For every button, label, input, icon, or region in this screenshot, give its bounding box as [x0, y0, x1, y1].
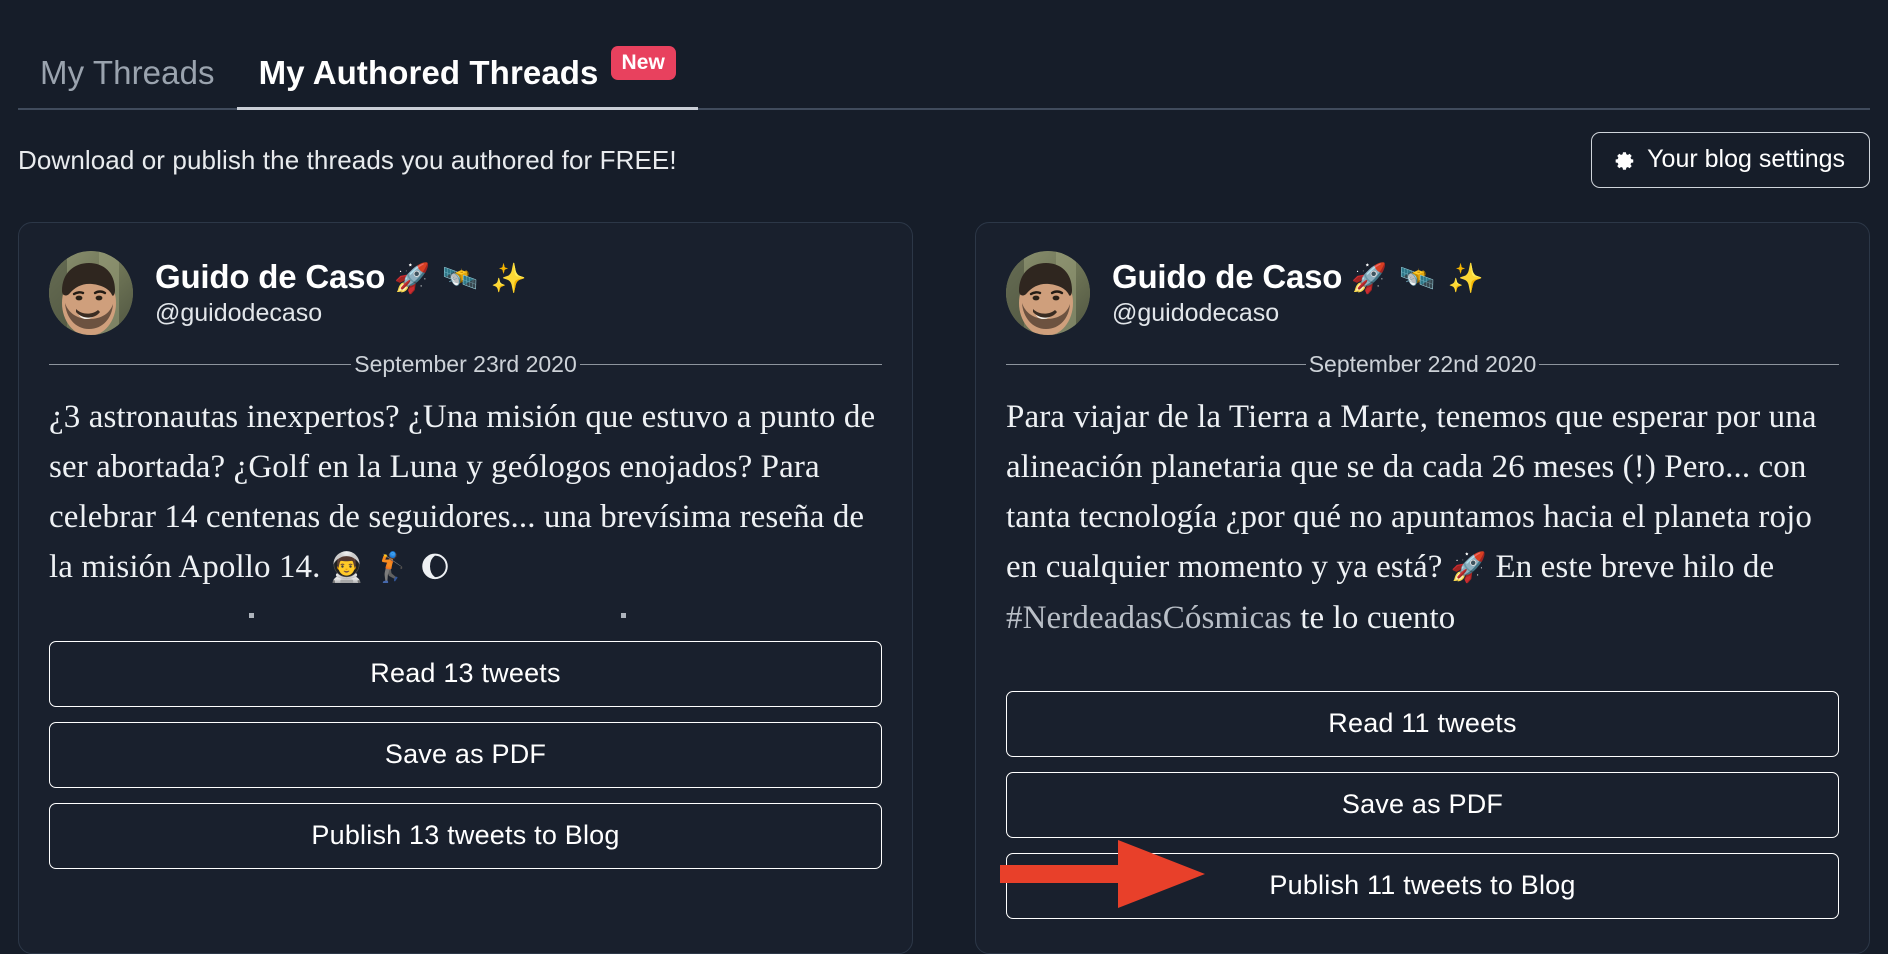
- author-name-emojis: 🚀 🛰️ ✨: [394, 263, 529, 296]
- thread-preview-middle: En este breve hilo de: [1487, 549, 1775, 586]
- rocket-emoji: 🚀: [1450, 550, 1488, 585]
- author-identity: Guido de Caso 🚀 🛰️ ✨ @guidodecaso: [155, 258, 529, 328]
- truncation-dots: [49, 599, 882, 633]
- thread-date: September 22nd 2020: [1308, 351, 1537, 377]
- thread-preview-emojis: 👨‍🚀 🏌️ 🌔: [328, 550, 451, 585]
- save-as-pdf-button[interactable]: Save as PDF: [49, 721, 882, 788]
- tab-bar: My Threads My Authored Threads New: [0, 0, 1888, 110]
- tab-my-authored-threads-label: My Authored Threads: [258, 54, 599, 91]
- read-tweets-button[interactable]: Read 13 tweets: [49, 640, 882, 707]
- divider-rule-left: [49, 364, 352, 365]
- thread-card: Guido de Caso 🚀 🛰️ ✨ @guidodecaso Septem…: [18, 222, 913, 954]
- truncation-dot: [249, 612, 254, 618]
- author-name-emojis: 🚀 🛰️ ✨: [1351, 263, 1486, 296]
- author-handle: @guidodecaso: [1112, 299, 1280, 328]
- thread-actions: Read 13 tweets Save as PDF Publish 13 tw…: [49, 640, 882, 869]
- avatar: [1006, 251, 1090, 335]
- author-identity: Guido de Caso 🚀 🛰️ ✨ @guidodecaso: [1112, 258, 1486, 328]
- thread-card: Guido de Caso 🚀 🛰️ ✨ @guidodecaso Septem…: [975, 222, 1870, 954]
- author-name-text: Guido de Caso: [1112, 258, 1343, 296]
- author-handle: @guidodecaso: [155, 299, 323, 328]
- thread-preview-main: ¿3 astronautas inexpertos? ¿Una misión q…: [49, 399, 876, 586]
- tab-my-authored-threads[interactable]: My Authored Threads New: [236, 46, 699, 110]
- publish-to-blog-button[interactable]: Publish 13 tweets to Blog: [49, 802, 882, 869]
- thread-date-divider: September 23rd 2020: [49, 353, 882, 376]
- your-blog-settings-label: Your blog settings: [1647, 145, 1845, 173]
- read-tweets-button[interactable]: Read 11 tweets: [1006, 690, 1839, 757]
- gear-icon: [1614, 150, 1636, 172]
- thread-date-divider: September 22nd 2020: [1006, 353, 1839, 376]
- thread-hashtag[interactable]: #NerdeadasCósmicas: [1006, 600, 1292, 636]
- your-blog-settings-button[interactable]: Your blog settings: [1591, 132, 1870, 188]
- thread-preview-text: ¿3 astronautas inexpertos? ¿Una misión q…: [49, 392, 882, 593]
- page-root: My Threads My Authored Threads New Downl…: [0, 0, 1888, 954]
- tab-my-threads-label: My Threads: [40, 54, 215, 91]
- save-as-pdf-button[interactable]: Save as PDF: [1006, 771, 1839, 838]
- avatar: [49, 251, 133, 335]
- divider-rule-right: [1539, 364, 1839, 365]
- truncation-dot: [621, 612, 626, 618]
- subheader: Download or publish the threads you auth…: [0, 110, 1888, 210]
- thread-author-header: Guido de Caso 🚀 🛰️ ✨ @guidodecaso: [49, 251, 882, 335]
- publish-to-blog-button[interactable]: Publish 11 tweets to Blog: [1006, 852, 1839, 919]
- thread-author-header: Guido de Caso 🚀 🛰️ ✨ @guidodecaso: [1006, 251, 1839, 335]
- author-display-name: Guido de Caso 🚀 🛰️ ✨: [155, 258, 529, 296]
- divider-rule-left: [1006, 364, 1306, 365]
- thread-cards-container: Guido de Caso 🚀 🛰️ ✨ @guidodecaso Septem…: [18, 222, 1870, 954]
- author-name-text: Guido de Caso: [155, 258, 386, 296]
- thread-actions: Read 11 tweets Save as PDF Publish 11 tw…: [1006, 690, 1839, 919]
- tab-my-threads[interactable]: My Threads: [18, 54, 237, 110]
- thread-preview-suffix: te lo cuento: [1291, 599, 1456, 636]
- author-display-name: Guido de Caso 🚀 🛰️ ✨: [1112, 258, 1486, 296]
- divider-rule-right: [579, 364, 882, 365]
- subheader-text: Download or publish the threads you auth…: [18, 144, 677, 175]
- thread-date: September 23rd 2020: [354, 351, 577, 377]
- new-badge: New: [610, 46, 676, 80]
- spacer-row: [1006, 649, 1839, 683]
- thread-preview-text: Para viajar de la Tierra a Marte, tenemo…: [1006, 392, 1839, 643]
